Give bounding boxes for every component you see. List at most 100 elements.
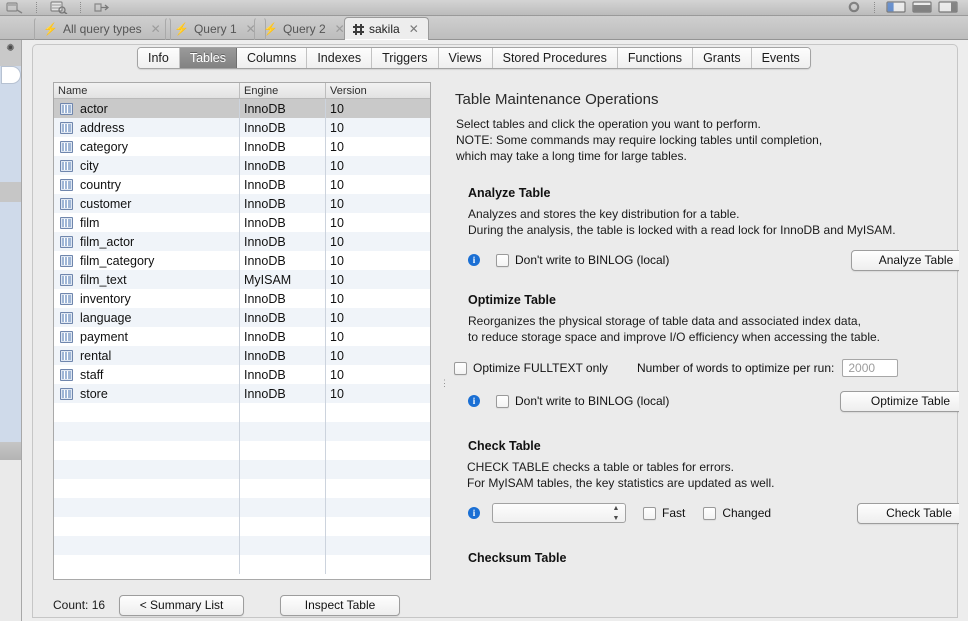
table-row-name-cell	[54, 517, 240, 536]
tab-tables[interactable]: Tables	[179, 48, 237, 68]
panel-right-icon[interactable]	[938, 1, 958, 14]
table-row[interactable]	[54, 555, 430, 574]
table-row[interactable]: customer InnoDB 10	[54, 194, 430, 213]
panel-bottom-icon[interactable]	[912, 1, 932, 14]
table-row[interactable]: inventory InnoDB 10	[54, 289, 430, 308]
tab-label: Query 2	[282, 22, 326, 36]
table-icon	[60, 121, 73, 134]
table-row-name-cell: film_category	[54, 251, 240, 270]
schema-subtab-bar: Info Tables Columns Indexes Triggers Vie…	[137, 47, 811, 69]
table-row[interactable]	[54, 517, 430, 536]
check-option-select[interactable]: ▲ ▼	[492, 503, 626, 523]
tab-views[interactable]: Views	[438, 48, 493, 68]
tab-triggers[interactable]: Triggers	[372, 48, 439, 68]
info-icon[interactable]: i	[468, 254, 480, 266]
table-icon	[60, 216, 73, 229]
eye-icon[interactable]: ✺	[4, 44, 17, 54]
table-row[interactable]: film InnoDB 10	[54, 213, 430, 232]
optimize-binlog-checkbox[interactable]	[496, 394, 509, 408]
rail-lower-area	[0, 460, 21, 621]
rail-divider	[0, 442, 21, 460]
info-icon[interactable]: i	[468, 395, 480, 407]
column-header-name[interactable]: Name	[54, 83, 240, 98]
words-per-run-input[interactable]: 2000	[842, 359, 899, 377]
table-row[interactable]: film_text MyISAM 10	[54, 270, 430, 289]
table-row[interactable]: staff InnoDB 10	[54, 365, 430, 384]
table-row[interactable]	[54, 479, 430, 498]
table-row[interactable]	[54, 403, 430, 422]
table-row-version-cell: 10	[330, 386, 344, 401]
analyze-desc-line-1: Analyzes and stores the key distribution…	[468, 207, 740, 221]
table-row[interactable]: address InnoDB 10	[54, 118, 430, 137]
tab-columns[interactable]: Columns	[237, 48, 308, 68]
table-row[interactable]	[54, 536, 430, 555]
table-row[interactable]: language InnoDB 10	[54, 308, 430, 327]
table-row-version-cell: 10	[330, 234, 344, 249]
table-row-engine-cell: InnoDB	[240, 118, 326, 137]
tab-all-query-types[interactable]: ⚡ All query types ✕	[34, 17, 171, 40]
table-icon	[60, 273, 73, 286]
table-row[interactable]: city InnoDB 10	[54, 156, 430, 175]
import-icon[interactable]	[92, 1, 110, 14]
panel-left-icon[interactable]	[886, 1, 906, 14]
table-row-engine-cell: InnoDB	[240, 346, 326, 365]
tab-functions[interactable]: Functions	[617, 48, 694, 68]
analyze-table-button[interactable]: Analyze Table	[851, 249, 959, 271]
table-name-label: film	[80, 215, 100, 230]
table-row[interactable]	[54, 422, 430, 441]
check-changed-checkbox[interactable]	[703, 506, 717, 520]
tab-info[interactable]: Info	[138, 48, 180, 68]
table-row[interactable]: film_category InnoDB 10	[54, 251, 430, 270]
tab-events[interactable]: Events	[751, 48, 810, 68]
tab-grants[interactable]: Grants	[693, 48, 752, 68]
check-controls: i ▲ ▼ Fast Changed Check Table	[468, 502, 959, 524]
info-icon[interactable]: i	[468, 507, 480, 519]
inspect-table-button[interactable]: Inspect Table	[280, 594, 401, 616]
check-description: CHECK TABLE checks a table or tables for…	[467, 459, 959, 491]
check-desc-line-1: CHECK TABLE checks a table or tables for…	[467, 460, 734, 474]
check-table-button[interactable]: Check Table	[857, 502, 959, 524]
gear-icon[interactable]	[845, 1, 863, 14]
tab-sakila[interactable]: sakila ✕	[344, 17, 429, 41]
tables-list[interactable]: Name Engine Version actor InnoDB 10 address…	[53, 82, 431, 580]
table-row-version-cell: 10	[330, 367, 344, 382]
table-row[interactable]	[54, 498, 430, 517]
optimize-fulltext-checkbox[interactable]	[454, 361, 467, 375]
table-row[interactable]: category InnoDB 10	[54, 137, 430, 156]
rail-selected-segment[interactable]	[0, 182, 21, 202]
table-row[interactable]: film_actor InnoDB 10	[54, 232, 430, 251]
optimize-table-button[interactable]: Optimize Table	[840, 390, 959, 412]
main-toolbar	[0, 0, 968, 16]
sql-editor-icon[interactable]	[6, 1, 24, 14]
analyze-binlog-label: Don't write to BINLOG (local)	[515, 253, 670, 267]
column-header-engine[interactable]: Engine	[240, 83, 326, 98]
column-header-version[interactable]: Version	[326, 83, 430, 98]
table-row[interactable]: country InnoDB 10	[54, 175, 430, 194]
table-row[interactable]	[54, 460, 430, 479]
table-row-name-cell: city	[54, 156, 240, 175]
tab-stored-procedures[interactable]: Stored Procedures	[492, 48, 618, 68]
check-fast-label: Fast	[662, 506, 686, 520]
tab-query-2[interactable]: ⚡ Query 2 ✕	[254, 17, 355, 40]
tab-query-1[interactable]: ⚡ Query 1 ✕	[165, 17, 266, 40]
analyze-binlog-checkbox[interactable]	[496, 253, 509, 267]
maintenance-pane: Table Maintenance Operations Select tabl…	[438, 81, 959, 618]
close-icon[interactable]: ✕	[409, 22, 419, 36]
rail-collapse-handle[interactable]	[1, 66, 21, 84]
check-fast-checkbox[interactable]	[643, 506, 656, 520]
table-row[interactable]: rental InnoDB 10	[54, 346, 430, 365]
table-row[interactable]	[54, 441, 430, 460]
table-row-engine-cell	[240, 460, 326, 479]
lightning-bolt-icon: ⚡	[263, 22, 278, 36]
tab-indexes[interactable]: Indexes	[307, 48, 373, 68]
table-name-label: rental	[80, 348, 112, 363]
close-icon[interactable]: ✕	[151, 22, 161, 36]
table-row[interactable]: payment InnoDB 10	[54, 327, 430, 346]
table-row-name-cell: film_text	[54, 270, 240, 289]
table-row[interactable]: actor InnoDB 10	[54, 99, 430, 118]
summary-list-button[interactable]: < Summary List	[119, 594, 245, 616]
check-changed-label: Changed	[722, 506, 772, 520]
table-row-engine-cell: InnoDB	[240, 213, 326, 232]
inspect-icon[interactable]	[50, 1, 68, 15]
table-row[interactable]: store InnoDB 10	[54, 384, 430, 403]
